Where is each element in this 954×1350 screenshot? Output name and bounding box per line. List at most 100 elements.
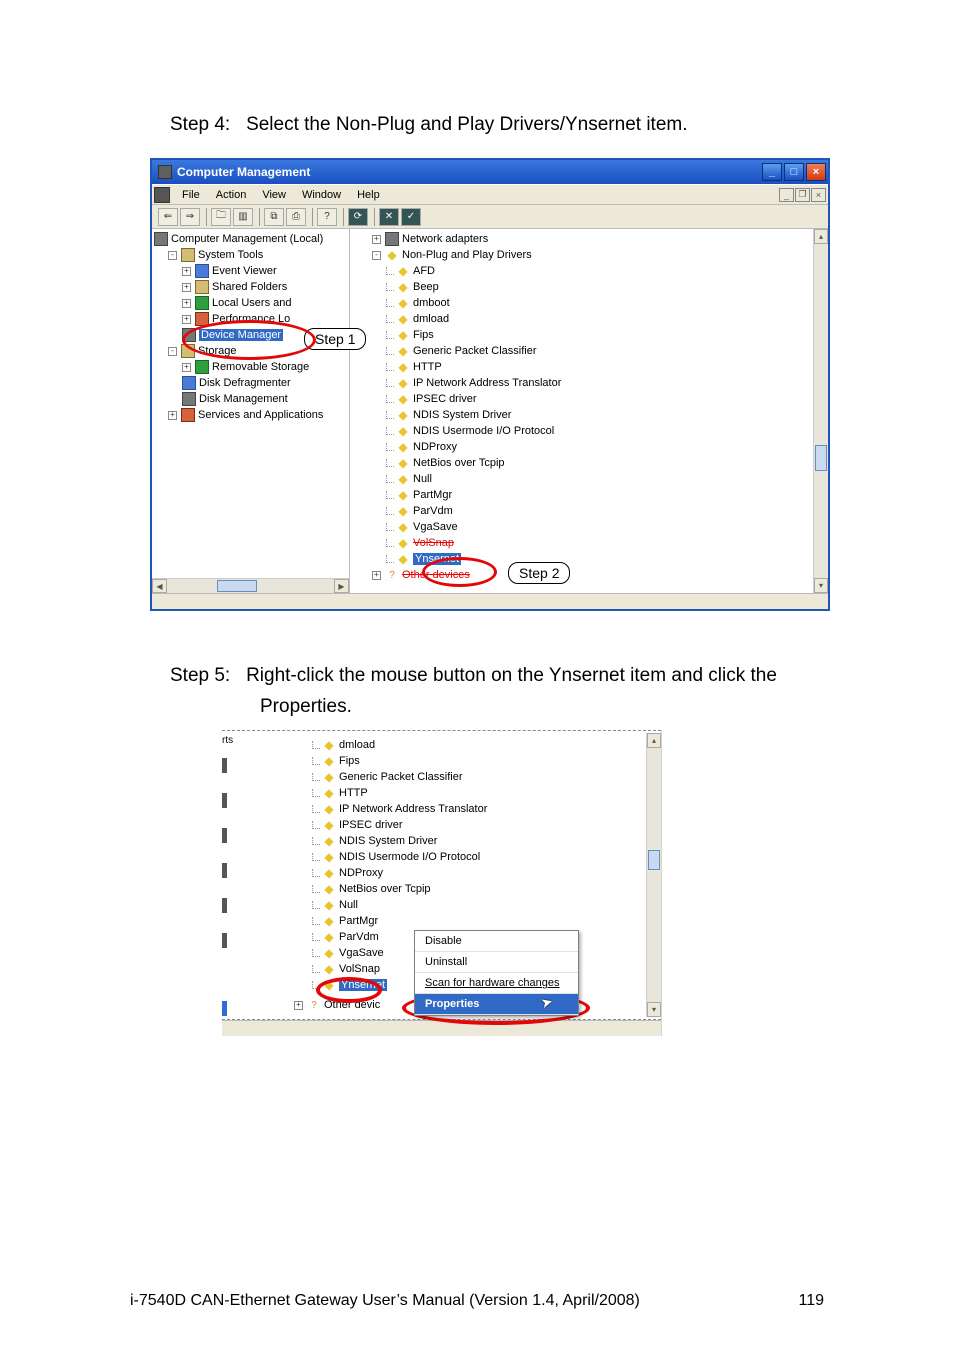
menu-window[interactable]: Window: [294, 188, 349, 202]
menu-file[interactable]: File: [174, 188, 208, 202]
collapse-icon[interactable]: -: [168, 347, 177, 356]
tree-diskmgmt[interactable]: Disk Management: [154, 391, 347, 407]
list-item[interactable]: NDIS Usermode I/O Protocol: [312, 849, 644, 865]
tree-item-netbios[interactable]: NetBios over Tcpip: [358, 455, 826, 471]
tree-perf-logs[interactable]: +Performance Lo: [154, 311, 347, 327]
tree-shared-folders[interactable]: +Shared Folders: [154, 279, 347, 295]
minimize-button[interactable]: _: [762, 163, 782, 181]
help-button[interactable]: ?: [317, 208, 337, 226]
tree-root[interactable]: Computer Management (Local): [154, 231, 347, 247]
ctx-uninstall[interactable]: Uninstall: [415, 952, 578, 973]
maximize-button[interactable]: □: [784, 163, 804, 181]
list-item[interactable]: Null: [312, 897, 644, 913]
expand-icon[interactable]: +: [294, 1001, 303, 1010]
forward-button[interactable]: ⇒: [180, 208, 200, 226]
tree-item-volsnap[interactable]: VolSnap: [358, 535, 826, 551]
scroll-down-icon[interactable]: ▾: [814, 578, 828, 593]
close-button[interactable]: ×: [806, 163, 826, 181]
tree-removable[interactable]: +Removable Storage: [154, 359, 347, 375]
print-button[interactable]: ⎙: [286, 208, 306, 226]
tree-other-devices[interactable]: +?Other devices: [358, 567, 826, 583]
list-item[interactable]: PartMgr: [312, 913, 644, 929]
list-item[interactable]: NDIS System Driver: [312, 833, 644, 849]
scroll-down-icon[interactable]: ▾: [647, 1002, 661, 1017]
ctx-disable[interactable]: Disable: [415, 931, 578, 952]
ctx-properties[interactable]: Properties: [415, 994, 578, 1015]
tree-device-manager[interactable]: Device Manager: [154, 327, 347, 343]
tree-services[interactable]: +Services and Applications: [154, 407, 347, 423]
left-horizontal-scrollbar[interactable]: ◀ ▶: [152, 578, 349, 593]
tree-npp-drivers[interactable]: -Non-Plug and Play Drivers: [358, 247, 826, 263]
menu-help[interactable]: Help: [349, 188, 388, 202]
list-item[interactable]: HTTP: [312, 785, 644, 801]
tree-item-ndis-uio[interactable]: NDIS Usermode I/O Protocol: [358, 423, 826, 439]
expand-icon[interactable]: +: [182, 315, 191, 324]
tree-item-partmgr[interactable]: PartMgr: [358, 487, 826, 503]
tree-item-afd[interactable]: AFD: [358, 263, 826, 279]
tree-item-dmload[interactable]: dmload: [358, 311, 826, 327]
tree-item-ipsec[interactable]: IPSEC driver: [358, 391, 826, 407]
tree-system-tools[interactable]: -System Tools: [154, 247, 347, 263]
tree-item-vgasave[interactable]: VgaSave: [358, 519, 826, 535]
tree-item-http[interactable]: HTTP: [358, 359, 826, 375]
properties-button[interactable]: ⧉: [264, 208, 284, 226]
driver-icon: [396, 296, 410, 310]
tree-network-adapters[interactable]: +Network adapters: [358, 231, 826, 247]
tree-item-ndis-sys[interactable]: NDIS System Driver: [358, 407, 826, 423]
tree-item-beep[interactable]: Beep: [358, 279, 826, 295]
tree-event-viewer[interactable]: +Event Viewer: [154, 263, 347, 279]
scan-button[interactable]: ⟳: [348, 208, 368, 226]
scroll-thumb[interactable]: [815, 445, 827, 471]
expand-icon[interactable]: +: [182, 283, 191, 292]
list-item[interactable]: IPSEC driver: [312, 817, 644, 833]
titlebar[interactable]: Computer Management _ □ ×: [152, 160, 828, 184]
list-item[interactable]: NDProxy: [312, 865, 644, 881]
tree-item-dmboot[interactable]: dmboot: [358, 295, 826, 311]
back-button[interactable]: ⇐: [158, 208, 178, 226]
scroll-thumb[interactable]: [217, 580, 257, 592]
mdi-close-button[interactable]: ×: [811, 188, 826, 202]
scroll-left-icon[interactable]: ◀: [152, 579, 167, 593]
scroll-up-icon[interactable]: ▴: [814, 229, 828, 244]
tree-item-parvdm[interactable]: ParVdm: [358, 503, 826, 519]
extra-button-2[interactable]: ✓: [401, 208, 421, 226]
tree-item-fips[interactable]: Fips: [358, 327, 826, 343]
mdi-restore-button[interactable]: ❐: [795, 188, 810, 202]
defrag-icon: [182, 376, 196, 390]
menu-view[interactable]: View: [254, 188, 294, 202]
vertical-scrollbar[interactable]: ▴ ▾: [646, 733, 661, 1017]
tree-item-ndproxy[interactable]: NDProxy: [358, 439, 826, 455]
tree-storage[interactable]: -Storage: [154, 343, 347, 359]
tree-item-ynsernet[interactable]: Ynsernet: [358, 551, 826, 567]
right-vertical-scrollbar[interactable]: ▴ ▾: [813, 229, 828, 593]
list-item[interactable]: Fips: [312, 753, 644, 769]
scroll-up-icon[interactable]: ▴: [647, 733, 661, 748]
up-button[interactable]: 🗀: [211, 208, 231, 226]
expand-icon[interactable]: +: [182, 267, 191, 276]
expand-icon[interactable]: +: [182, 299, 191, 308]
list-item[interactable]: NetBios over Tcpip: [312, 881, 644, 897]
tree-item-ipnat[interactable]: IP Network Address Translator: [358, 375, 826, 391]
tree-item-null[interactable]: Null: [358, 471, 826, 487]
scroll-right-icon[interactable]: ▶: [334, 579, 349, 593]
mdi-minimize-button[interactable]: _: [779, 188, 794, 202]
expand-icon[interactable]: +: [168, 411, 177, 420]
tree-defrag[interactable]: Disk Defragmenter: [154, 375, 347, 391]
expand-icon[interactable]: +: [182, 363, 191, 372]
list-item[interactable]: Generic Packet Classifier: [312, 769, 644, 785]
scroll-thumb[interactable]: [648, 850, 660, 870]
storage-icon: [181, 344, 195, 358]
tree-local-users[interactable]: +Local Users and: [154, 295, 347, 311]
expand-icon[interactable]: +: [372, 571, 381, 580]
extra-button-1[interactable]: ✕: [379, 208, 399, 226]
driver-icon: [322, 754, 336, 768]
expand-icon[interactable]: +: [372, 235, 381, 244]
list-item[interactable]: dmload: [312, 737, 644, 753]
show-hide-button[interactable]: ▥: [233, 208, 253, 226]
list-item[interactable]: IP Network Address Translator: [312, 801, 644, 817]
tree-item-gpc[interactable]: Generic Packet Classifier: [358, 343, 826, 359]
collapse-icon[interactable]: -: [372, 251, 381, 260]
menu-action[interactable]: Action: [208, 188, 255, 202]
collapse-icon[interactable]: -: [168, 251, 177, 260]
ctx-scan[interactable]: Scan for hardware changes: [415, 973, 578, 994]
